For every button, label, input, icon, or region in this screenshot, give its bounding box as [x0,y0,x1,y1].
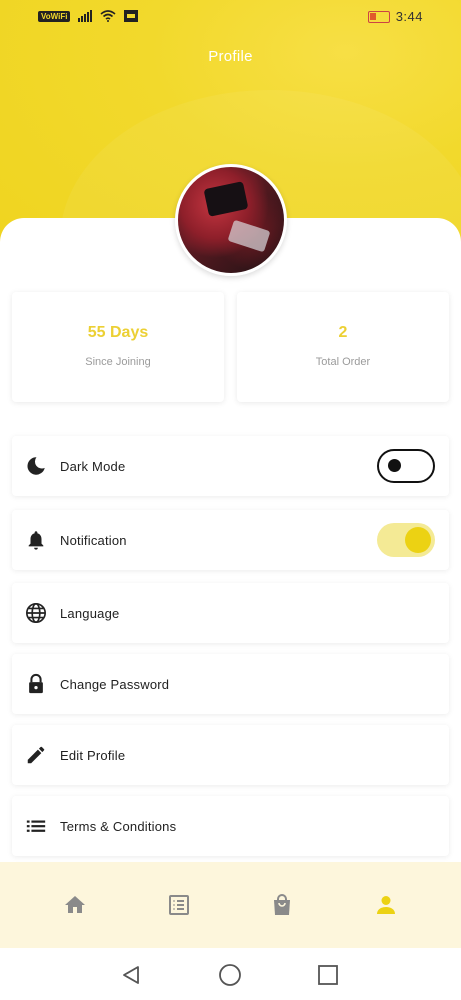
stat-card-days: 55 Days Since Joining [12,292,224,402]
globe-icon [24,601,48,625]
moon-icon [24,454,48,478]
home-button-icon[interactable] [218,963,242,987]
settings-row-notification: Notification [12,510,449,570]
list-icon [24,814,48,838]
stat-value: 55 Days [87,324,149,341]
back-icon[interactable] [119,963,143,987]
shopping-bag-icon[interactable] [269,892,295,918]
bell-icon [24,528,48,552]
network-badge: VoWiFi [38,10,71,22]
wifi-icon [100,10,116,22]
settings-row-dark-mode: Dark Mode [12,436,449,496]
recents-icon[interactable] [316,963,340,987]
settings-label: Notification [60,532,127,548]
system-nav-bar [0,948,461,1000]
settings-row-language[interactable]: Language [12,583,449,643]
notification-toggle[interactable] [377,523,435,557]
pencil-icon [24,743,48,767]
home-icon[interactable] [62,892,88,918]
settings-label: Terms & Conditions [60,818,177,834]
toggle-knob [388,459,401,472]
settings-label: Dark Mode [60,458,126,474]
toggle-knob [405,527,431,553]
dark-mode-toggle[interactable] [377,449,435,483]
stat-label: Total Order [315,356,371,368]
settings-row-edit-profile[interactable]: Edit Profile [12,725,449,785]
settings-row-change-password[interactable]: Change Password [12,654,449,714]
signal-icon [78,10,93,22]
stat-label: Since Joining [85,356,151,368]
screen-cast-icon [124,10,139,22]
status-bar: VoWiFi 3:44 [0,0,461,36]
bottom-nav [0,862,461,948]
avatar[interactable] [175,164,287,276]
page-title: Profile [208,48,253,65]
battery-icon [367,10,390,23]
settings-label: Change Password [60,676,170,692]
settings-label: Language [60,605,120,621]
clock: 3:44 [395,9,423,24]
person-icon[interactable] [373,892,399,918]
settings-row-terms[interactable]: Terms & Conditions [12,796,449,856]
stat-card-orders: 2 Total Order [237,292,449,402]
stat-value: 2 [338,324,348,341]
lock-icon [24,672,48,696]
list-box-icon[interactable] [166,892,192,918]
settings-label: Edit Profile [60,747,126,763]
